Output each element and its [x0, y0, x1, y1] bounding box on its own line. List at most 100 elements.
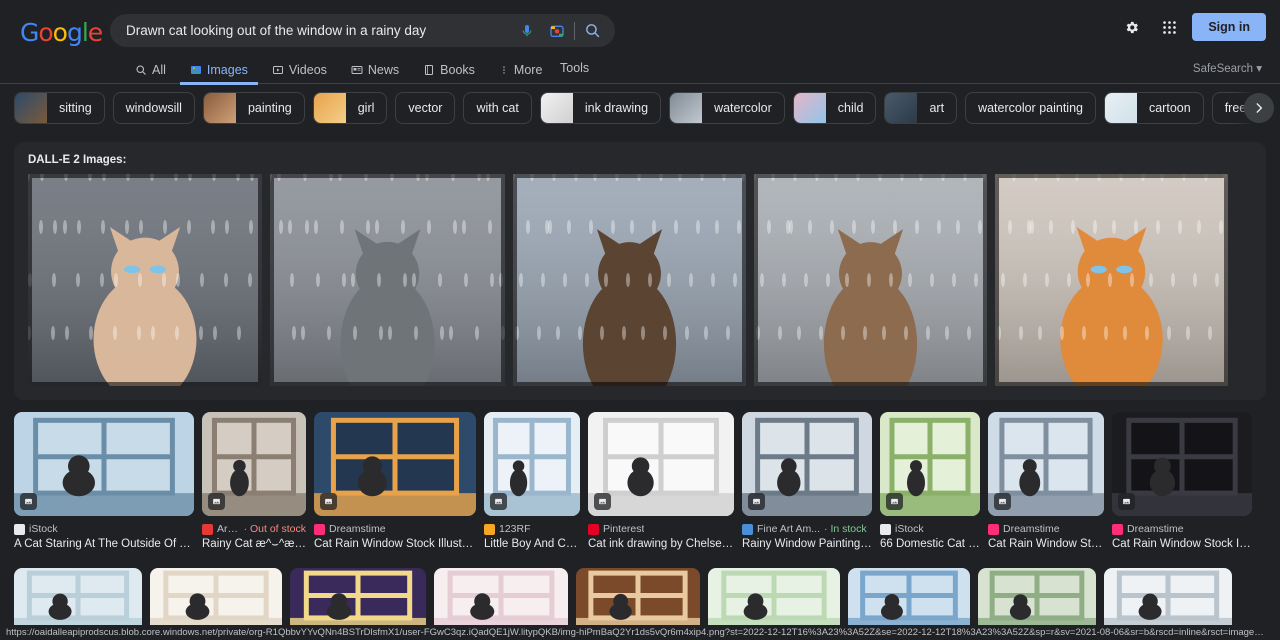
sign-in-button[interactable]: Sign in [1192, 13, 1266, 41]
chip-label: with cat [464, 101, 530, 115]
tab-videos-label: Videos [289, 63, 327, 77]
tab-images[interactable]: Images [180, 56, 258, 84]
image-result-card[interactable]: Dreamstime Cat Rain Window Stock Ill... [988, 412, 1104, 551]
result-source-row: 123RF [484, 523, 580, 535]
search-submit-icon[interactable] [577, 22, 607, 39]
result-thumbnail[interactable] [880, 412, 980, 516]
result-source-row: Dreamstime [314, 523, 476, 535]
image-type-badge [748, 493, 765, 510]
image-result-thumbnail[interactable] [576, 568, 700, 632]
tab-books[interactable]: Books [413, 56, 485, 84]
filter-chip-sitting[interactable]: sitting [14, 92, 105, 124]
result-caption: Rainy Cat æ^⌣^æ - cat lo... [202, 538, 306, 551]
dalle-image-2[interactable] [270, 174, 505, 386]
dreamstime-favicon [314, 524, 325, 535]
result-source: Dreamstime [329, 523, 386, 535]
apps-grid-icon[interactable] [1154, 12, 1184, 42]
image-result-card[interactable]: 123RF Little Boy And Cat Wat... [484, 412, 580, 551]
dalle-image-3[interactable] [513, 174, 746, 386]
tab-more[interactable]: More [489, 56, 552, 84]
image-result-card[interactable]: Dreamstime Cat Rain Window Stock Ill... [1112, 412, 1252, 551]
chip-label: watercolor [702, 101, 784, 115]
chips-next-button[interactable] [1236, 84, 1280, 132]
chevron-right-icon [1244, 93, 1274, 123]
filter-chip-vector[interactable]: vector [395, 92, 455, 124]
result-thumbnail[interactable] [742, 412, 872, 516]
result-thumbnail[interactable] [1112, 412, 1252, 516]
search-bar[interactable] [110, 14, 615, 47]
chip-thumbnail [885, 92, 917, 124]
filter-chip-watercolor-painting[interactable]: watercolor painting [965, 92, 1096, 124]
tab-all[interactable]: All [125, 56, 176, 84]
tab-all-label: All [152, 63, 166, 77]
result-thumbnail[interactable] [314, 412, 476, 516]
image-result-thumbnail[interactable] [290, 568, 426, 632]
image-result-thumbnail[interactable] [978, 568, 1096, 632]
image-result-thumbnail[interactable] [14, 568, 142, 632]
chip-label: art [917, 101, 956, 115]
result-caption: 66 Domestic Cat Rain ... [880, 538, 980, 550]
gear-icon[interactable] [1116, 12, 1146, 42]
safesearch-dropdown[interactable]: SafeSearch ▾ [1193, 61, 1262, 75]
video-icon [272, 64, 284, 76]
filter-chip-watercolor[interactable]: watercolor [669, 92, 785, 124]
tab-news[interactable]: News [341, 56, 409, 84]
microphone-icon[interactable] [512, 23, 542, 39]
image-result-thumbnail[interactable] [708, 568, 840, 632]
result-source-row: Artfind... · Out of stock [202, 523, 306, 535]
image-result-thumbnail[interactable] [848, 568, 970, 632]
tab-videos[interactable]: Videos [262, 56, 337, 84]
chip-label: cartoon [1137, 101, 1203, 115]
fineartamerica-favicon [742, 524, 753, 535]
result-caption: Cat ink drawing by Chelsea Kura... [588, 538, 734, 550]
google-logo[interactable]: Google [20, 18, 102, 47]
image-results-row-3 [14, 568, 1232, 632]
result-caption: Little Boy And Cat Wat... [484, 538, 580, 550]
result-thumbnail[interactable] [14, 412, 194, 516]
camera-lens-icon[interactable] [542, 23, 572, 39]
result-caption: A Cat Staring At The Outside Of The ... [14, 538, 194, 550]
result-thumbnail[interactable] [988, 412, 1104, 516]
dalle-image-4[interactable] [754, 174, 987, 386]
tools-button[interactable]: Tools [560, 61, 589, 75]
result-thumbnail[interactable] [202, 412, 306, 516]
filter-chip-girl[interactable]: girl [313, 92, 388, 124]
chip-label: sitting [47, 101, 104, 115]
dreamstime-favicon [988, 524, 999, 535]
image-type-badge [320, 493, 337, 510]
result-thumbnail[interactable] [484, 412, 580, 516]
filter-chip-painting[interactable]: painting [203, 92, 305, 124]
chip-label: girl [346, 101, 387, 115]
result-source: iStock [895, 523, 924, 535]
result-thumbnail[interactable] [588, 412, 734, 516]
image-result-thumbnail[interactable] [150, 568, 282, 632]
image-type-badge [994, 493, 1011, 510]
result-source: Artfind... [217, 523, 240, 535]
image-result-card[interactable]: Artfind... · Out of stock Rainy Cat æ^⌣^… [202, 412, 306, 551]
safesearch-label: SafeSearch [1193, 63, 1253, 75]
dalle-image-strip [28, 174, 1252, 386]
filter-chip-cartoon[interactable]: cartoon [1104, 92, 1204, 124]
image-result-card[interactable]: iStock 66 Domestic Cat Rain ... [880, 412, 980, 551]
dalle-image-1[interactable] [28, 174, 262, 386]
image-result-thumbnail[interactable] [1104, 568, 1232, 632]
image-result-card[interactable]: Fine Art Am... · In stock Rainy Window P… [742, 412, 872, 551]
chip-thumbnail [314, 92, 346, 124]
dalle-image-5[interactable] [995, 174, 1228, 386]
image-result-card[interactable]: Dreamstime Cat Rain Window Stock Illustr… [314, 412, 476, 551]
filter-chip-ink-drawing[interactable]: ink drawing [540, 92, 661, 124]
more-dots-icon [499, 64, 509, 76]
image-result-card[interactable]: Pinterest Cat ink drawing by Chelsea Kur… [588, 412, 734, 551]
filter-chip-with-cat[interactable]: with cat [463, 92, 531, 124]
image-result-thumbnail[interactable] [434, 568, 568, 632]
pinterest-favicon [588, 524, 599, 535]
filter-chip-art[interactable]: art [884, 92, 957, 124]
image-type-badge [1118, 493, 1135, 510]
image-result-card[interactable]: iStock A Cat Staring At The Outside Of T… [14, 412, 194, 551]
search-input[interactable] [110, 23, 512, 38]
filter-chip-windowsill[interactable]: windowsill [113, 92, 195, 124]
filter-chip-child[interactable]: child [793, 92, 877, 124]
result-source-row: iStock [880, 523, 980, 535]
image-icon [190, 64, 202, 76]
chip-label: child [826, 101, 876, 115]
